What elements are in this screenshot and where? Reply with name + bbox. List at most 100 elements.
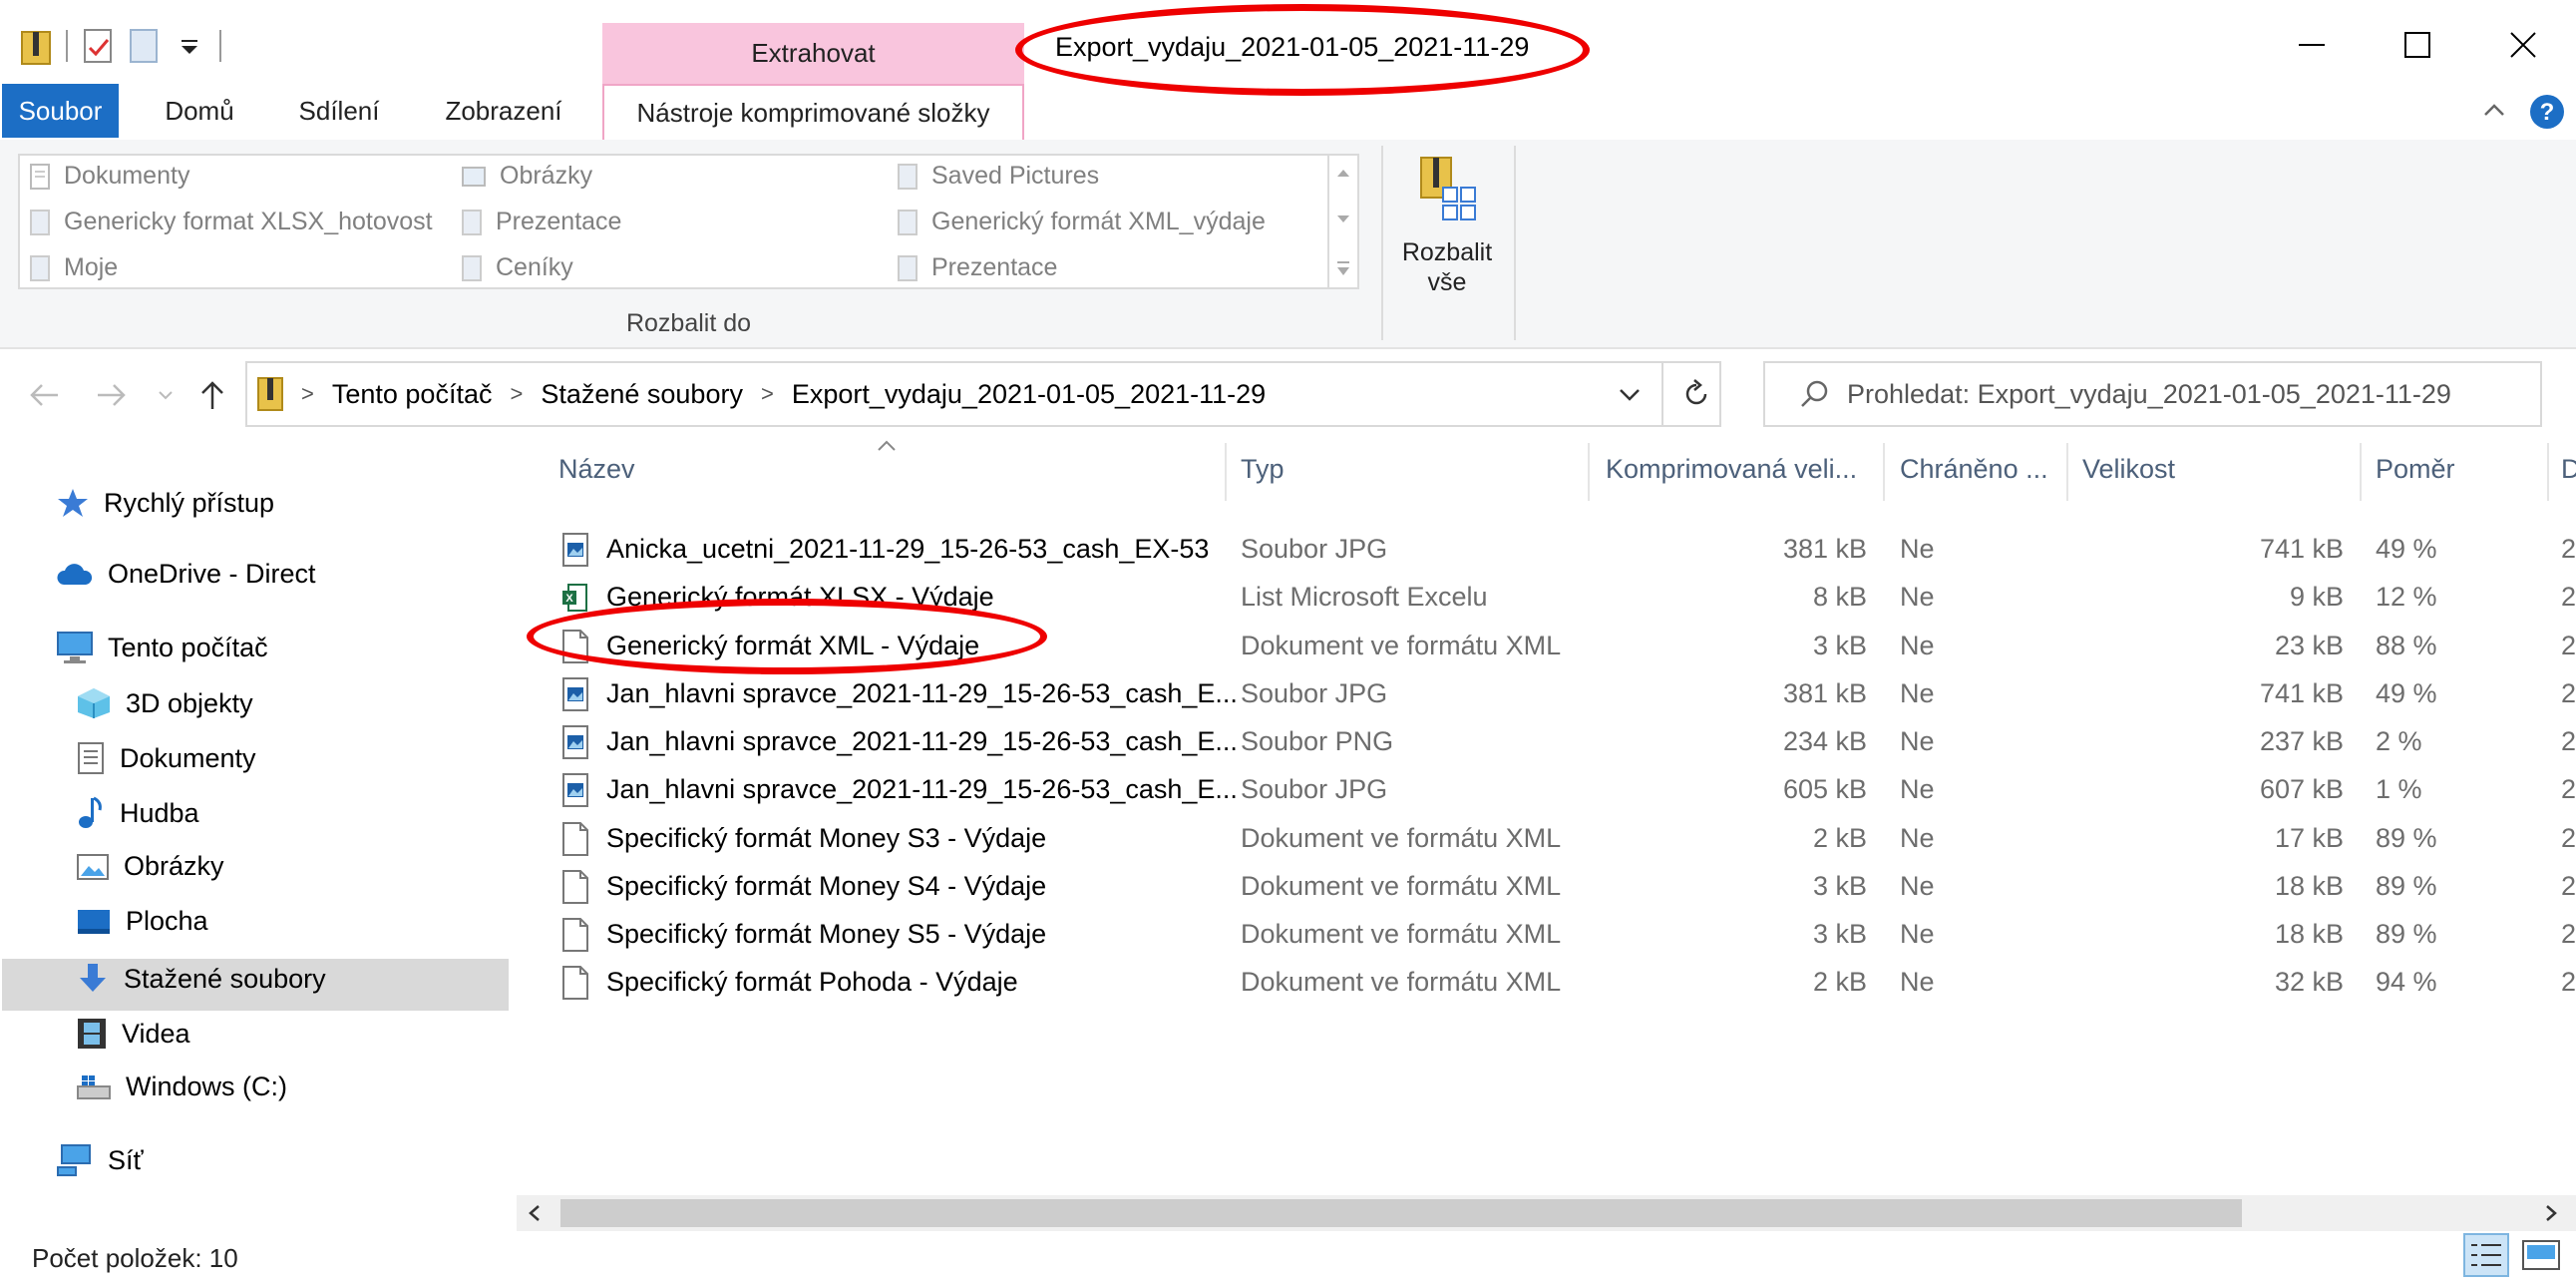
details-view-icon[interactable] <box>2463 1233 2509 1277</box>
properties-icon[interactable] <box>82 26 114 66</box>
nav-item-this-pc[interactable]: Tento počítač <box>56 631 268 664</box>
column-header-ratio[interactable]: Poměr <box>2376 454 2455 485</box>
horizontal-scroll-thumb[interactable] <box>560 1199 2242 1227</box>
file-row[interactable]: Specifický formát Money S3 - Výdaje Dokum… <box>517 814 2576 862</box>
file-name: Specifický formát Money S4 - Výdaje <box>606 870 1047 901</box>
gallery-item[interactable]: Moje <box>30 253 118 282</box>
gallery-item[interactable]: Dokumenty <box>30 162 189 191</box>
gallery-item[interactable]: Generický formát XML_výdaje <box>898 208 1266 236</box>
gallery-item[interactable]: Prezentace <box>898 253 1057 282</box>
column-divider[interactable] <box>2547 443 2549 501</box>
extract-all-button[interactable]: Rozbalit vše <box>1388 154 1506 323</box>
gallery-item[interactable]: Genericky format XLSX_hotovost <box>30 208 433 236</box>
gallery-more-icon[interactable] <box>1335 259 1351 279</box>
file-protected: Ne <box>1900 774 1935 805</box>
breadcrumb-separator-icon[interactable]: > <box>301 381 314 407</box>
scroll-down-icon[interactable] <box>1335 213 1351 226</box>
column-header-protected[interactable]: Chráněno ... <box>1900 454 2048 485</box>
file-row[interactable]: Anicka_ucetni_2021-11-29_15-26-53_cash_E… <box>517 525 2576 573</box>
nav-item-quick-access[interactable]: Rychlý přístup <box>56 487 274 519</box>
column-divider[interactable] <box>2360 443 2362 501</box>
nav-item-music[interactable]: Hudba <box>76 796 199 830</box>
recent-locations-chevron-icon[interactable] <box>158 389 174 401</box>
file-ratio: 89 % <box>2376 870 2437 901</box>
nav-item-documents[interactable]: Dokumenty <box>76 741 256 775</box>
large-icons-view-icon[interactable] <box>2521 1237 2561 1273</box>
new-folder-icon[interactable] <box>128 26 160 66</box>
pictures-folder-icon <box>462 166 486 187</box>
up-arrow-icon[interactable] <box>197 379 227 411</box>
gallery-item[interactable]: Prezentace <box>462 208 621 236</box>
column-header-type[interactable]: Typ <box>1241 454 1285 485</box>
breadcrumb-downloads[interactable]: Stažené soubory <box>541 379 743 410</box>
annotation-ellipse-title <box>1015 4 1590 96</box>
file-list: Název Typ Komprimovaná veli... Chráněno … <box>517 439 2576 1197</box>
gallery-item[interactable]: Ceníky <box>462 253 573 282</box>
file-row[interactable]: Specifický formát Money S4 - Výdaje Dokum… <box>517 862 2576 910</box>
file-name: Specifický formát Pohoda - Výdaje <box>606 967 1018 998</box>
breadcrumb-separator-icon[interactable]: > <box>761 381 774 407</box>
scroll-left-icon[interactable] <box>527 1203 543 1223</box>
nav-item-videos[interactable]: Videa <box>76 1017 190 1051</box>
nav-item-onedrive[interactable]: OneDrive - Direct <box>56 559 316 590</box>
help-icon[interactable]: ? <box>2527 92 2567 132</box>
minimize-button[interactable] <box>2259 0 2365 90</box>
zip-folder-icon[interactable] <box>20 26 52 66</box>
nav-item-3d-objects[interactable]: 3D objekty <box>76 686 253 720</box>
cloud-icon <box>57 563 93 585</box>
file-size: 9 kB <box>2289 582 2344 613</box>
chevron-up-icon[interactable] <box>2481 98 2507 124</box>
file-name: Jan_hlavni spravce_2021-11-29_15-26-53_c… <box>606 726 1238 757</box>
nav-item-downloads[interactable]: Stažené soubory <box>76 962 326 996</box>
file-date: 2 <box>2561 919 2576 950</box>
address-bar[interactable]: > Tento počítač > Stažené soubory > Expo… <box>245 361 1721 427</box>
column-divider[interactable] <box>1588 443 1590 501</box>
breadcrumb-separator-icon[interactable]: > <box>510 381 523 407</box>
file-row[interactable]: Specifický formát Money S5 - Výdaje Dokum… <box>517 910 2576 958</box>
horizontal-scrollbar[interactable] <box>517 1195 2576 1231</box>
folder-icon <box>898 209 918 235</box>
tab-home[interactable]: Domů <box>140 84 259 138</box>
tab-share[interactable]: Sdílení <box>279 84 399 138</box>
tab-compressed-folder-tools[interactable]: Nástroje komprimované složky <box>602 84 1024 142</box>
folder-icon <box>30 209 50 235</box>
scroll-up-icon[interactable] <box>1335 166 1351 180</box>
forward-arrow-icon[interactable] <box>96 381 128 409</box>
breadcrumb-this-pc[interactable]: Tento počítač <box>332 379 493 410</box>
close-icon <box>2510 32 2536 58</box>
close-button[interactable] <box>2470 0 2576 90</box>
svg-text:X: X <box>565 593 573 605</box>
address-dropdown-chevron-icon[interactable] <box>1618 387 1642 403</box>
column-header-compressed-size[interactable]: Komprimovaná veli... <box>1606 454 1857 485</box>
column-header-size[interactable]: Velikost <box>2082 454 2175 485</box>
scroll-right-icon[interactable] <box>2543 1203 2559 1223</box>
maximize-button[interactable] <box>2365 0 2470 90</box>
context-tab-group-label: Extrahovat <box>602 23 1024 84</box>
customize-qat-icon[interactable] <box>174 26 205 66</box>
file-row[interactable]: Jan_hlavni spravce_2021-11-29_15-26-53_c… <box>517 717 2576 765</box>
tab-file[interactable]: Soubor <box>2 84 119 138</box>
column-divider[interactable] <box>2066 443 2068 501</box>
breadcrumb-current-folder[interactable]: Export_vydaju_2021-01-05_2021-11-29 <box>792 379 1266 410</box>
nav-item-windows-c[interactable]: Windows (C:) <box>76 1072 287 1102</box>
refresh-icon[interactable] <box>1681 379 1711 409</box>
column-divider[interactable] <box>1883 443 1885 501</box>
column-divider[interactable] <box>1225 443 1227 501</box>
nav-item-network[interactable]: Síť <box>56 1143 144 1177</box>
file-ratio: 94 % <box>2376 967 2437 998</box>
search-box[interactable]: Prohledat: Export_vydaju_2021-01-05_2021… <box>1763 361 2542 427</box>
gallery-item[interactable]: Obrázky <box>462 162 592 191</box>
documents-icon <box>78 742 104 774</box>
gallery-scrollbar[interactable] <box>1327 156 1357 287</box>
file-date: 2 <box>2561 677 2576 708</box>
column-header-date[interactable]: D <box>2561 454 2576 485</box>
file-row[interactable]: Jan_hlavni spravce_2021-11-29_15-26-53_c… <box>517 669 2576 717</box>
nav-item-pictures[interactable]: Obrázky <box>76 851 224 882</box>
gallery-item[interactable]: Saved Pictures <box>898 162 1099 191</box>
file-row[interactable]: Jan_hlavni spravce_2021-11-29_15-26-53_c… <box>517 765 2576 813</box>
file-row[interactable]: Specifický formát Pohoda - Výdaje Dokumen… <box>517 958 2576 1006</box>
back-arrow-icon[interactable] <box>28 381 60 409</box>
tab-view[interactable]: Zobrazení <box>429 84 578 138</box>
column-header-name[interactable]: Název <box>558 454 635 485</box>
nav-item-desktop[interactable]: Plocha <box>76 906 208 937</box>
